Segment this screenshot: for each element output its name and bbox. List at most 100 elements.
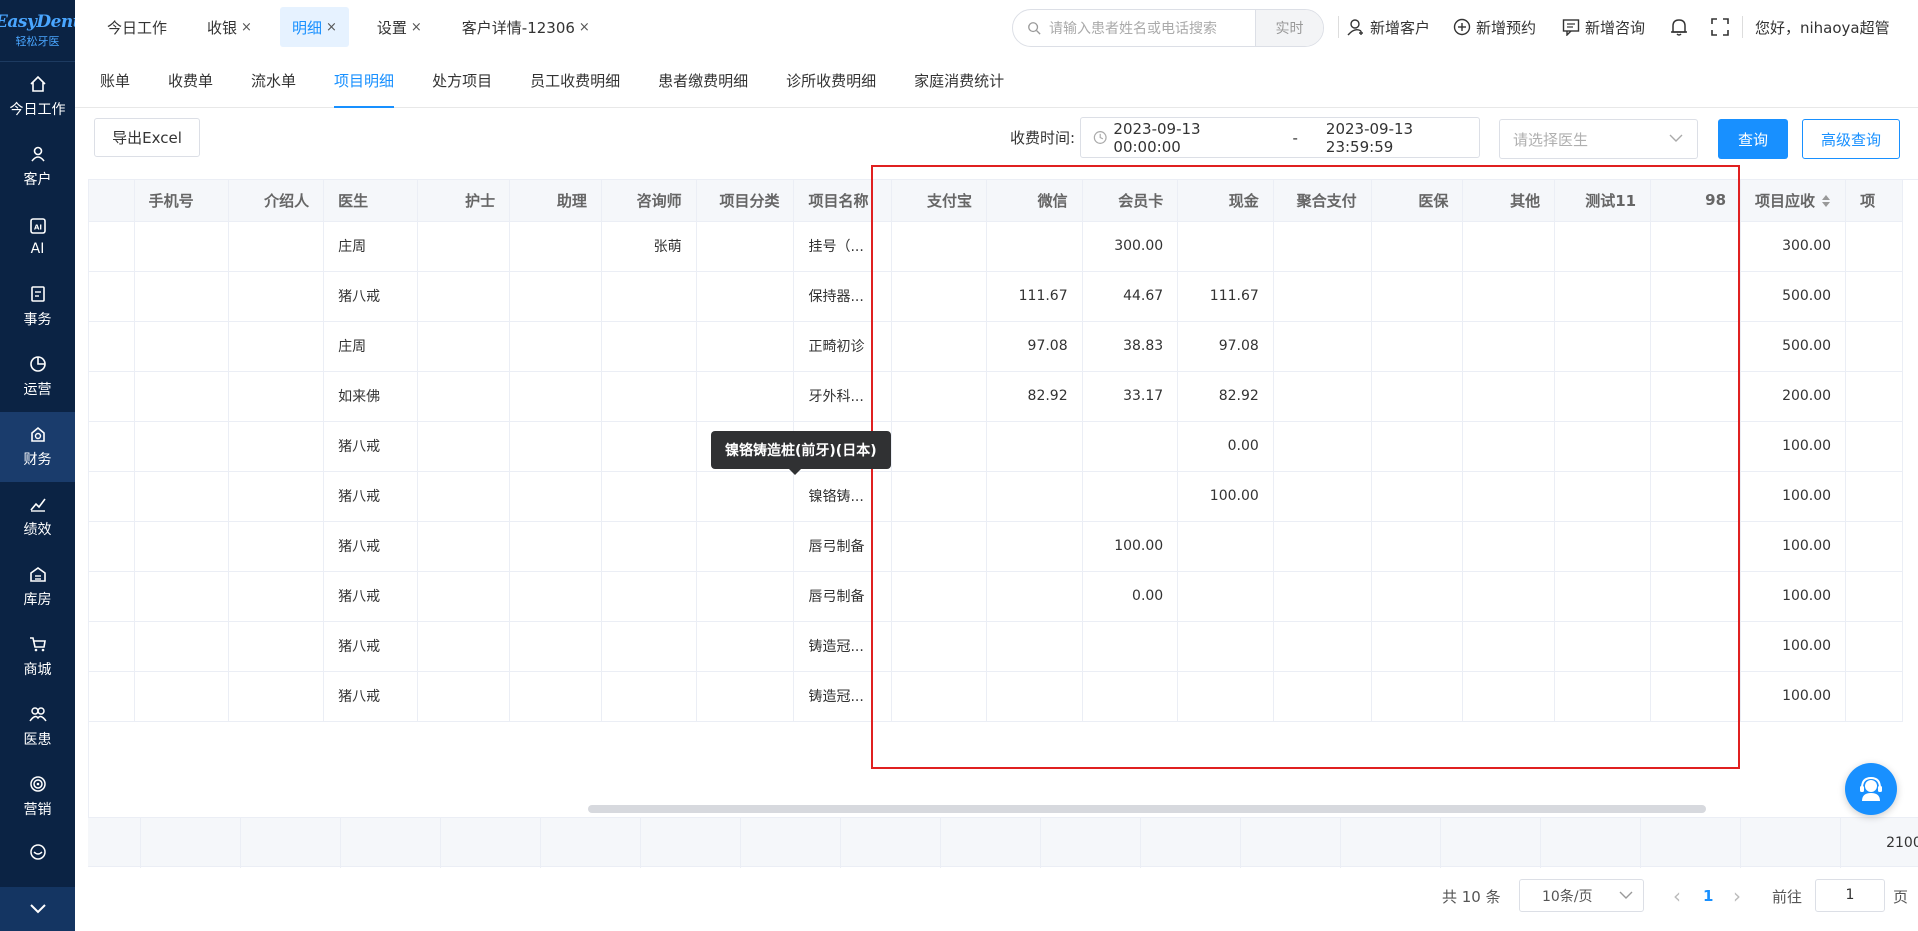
- support-chat-button[interactable]: [1845, 763, 1897, 815]
- table-row[interactable]: 猪八戒 唇弓制备 100.00 100.00: [89, 521, 1903, 572]
- new-customer-button[interactable]: 新增客户: [1347, 0, 1430, 54]
- table-row[interactable]: 猪八戒 镍铬铸... 100.00 100.00: [89, 471, 1903, 522]
- page-number-current[interactable]: 1: [1703, 876, 1713, 916]
- subtab-2[interactable]: 流水单: [251, 53, 296, 107]
- close-icon[interactable]: ×: [241, 20, 252, 35]
- column-header[interactable]: 项目应收: [1740, 180, 1847, 222]
- subtab-1[interactable]: 收费单: [168, 53, 213, 107]
- page-tab-2[interactable]: 明细 ×: [279, 7, 349, 47]
- sidebar-item-5[interactable]: 财务: [0, 412, 75, 482]
- sidebar-item-9[interactable]: 医患: [0, 692, 75, 762]
- table-row[interactable]: 猪八戒 0.00 100.00: [89, 421, 1903, 472]
- subtab-7[interactable]: 诊所收费明细: [786, 53, 876, 107]
- export-excel-button[interactable]: 导出Excel: [94, 118, 200, 157]
- sidebar-item-more[interactable]: [0, 832, 75, 864]
- user-menu[interactable]: 您好，nihaoya超管: [1755, 0, 1890, 54]
- column-header[interactable]: 介绍人: [228, 180, 325, 222]
- sidebar-item-7[interactable]: 库房: [0, 552, 75, 622]
- table-cell: 猪八戒: [323, 521, 419, 572]
- column-header[interactable]: 现金: [1177, 180, 1274, 222]
- column-header[interactable]: 项目名称: [793, 180, 893, 222]
- search-mode-button[interactable]: 实时: [1255, 10, 1323, 46]
- table-cell: [89, 271, 135, 322]
- sidebar-item-4[interactable]: 运营: [0, 342, 75, 412]
- table-cell: [1177, 521, 1274, 572]
- column-header[interactable]: 医保: [1371, 180, 1464, 222]
- sidebar-item-2[interactable]: AI AI: [0, 202, 75, 272]
- column-header[interactable]: 微信: [986, 180, 1083, 222]
- query-button[interactable]: 查询: [1718, 119, 1788, 159]
- table-cell: [1554, 671, 1652, 722]
- table-row[interactable]: 猪八戒 铸造冠... 100.00: [89, 621, 1903, 672]
- date-start[interactable]: 2023-09-13 00:00:00: [1113, 120, 1266, 156]
- chevron-down-icon: [29, 904, 46, 914]
- doctor-select[interactable]: 请选择医生: [1499, 119, 1698, 159]
- column-header-label: 项: [1860, 191, 1876, 210]
- page-tab-1[interactable]: 收银 ×: [195, 7, 264, 47]
- close-icon[interactable]: ×: [579, 20, 590, 35]
- advanced-query-button[interactable]: 高级查询: [1802, 119, 1900, 159]
- column-header[interactable]: 聚合支付: [1273, 180, 1372, 222]
- table-row[interactable]: 庄周 正畸初诊 97.08 38.83 97.08 500.00: [89, 321, 1903, 372]
- page-tab-3[interactable]: 设置 ×: [365, 7, 434, 47]
- table-row[interactable]: 猪八戒 唇弓制备 0.00 100.00: [89, 571, 1903, 622]
- column-header[interactable]: 测试11: [1554, 180, 1652, 222]
- app-logo[interactable]: EasyDent 轻松牙医: [0, 0, 81, 62]
- table-cell: [509, 371, 602, 422]
- column-header[interactable]: 手机号: [134, 180, 230, 222]
- new-appointment-button[interactable]: 新增预约: [1453, 0, 1536, 54]
- subtab-0[interactable]: 账单: [100, 53, 130, 107]
- column-header[interactable]: 咨询师: [601, 180, 697, 222]
- page-tab-4[interactable]: 客户详情-12306 ×: [450, 7, 602, 47]
- table-row[interactable]: 猪八戒 铸造冠... 100.00: [89, 671, 1903, 722]
- search-input[interactable]: 请输入患者姓名或电话搜索: [1049, 18, 1255, 38]
- patient-search[interactable]: 请输入患者姓名或电话搜索 实时: [1012, 9, 1324, 47]
- subtab-5[interactable]: 员工收费明细: [530, 53, 620, 107]
- sidebar-item-6[interactable]: 绩效: [0, 482, 75, 552]
- subtab-4[interactable]: 处方项目: [432, 53, 492, 107]
- sidebar-item-label: AI: [30, 241, 45, 257]
- goto-label: 前往: [1772, 887, 1803, 906]
- column-header[interactable]: [89, 180, 135, 222]
- sidebar-item-1[interactable]: 客户: [0, 132, 75, 202]
- sidebar-item-0[interactable]: 今日工作: [0, 62, 75, 132]
- column-header[interactable]: 项: [1845, 180, 1903, 222]
- goto-page-input[interactable]: 1: [1815, 879, 1885, 912]
- bell-icon[interactable]: [1669, 17, 1689, 37]
- prev-page-button[interactable]: ‹: [1673, 876, 1681, 916]
- date-range-picker[interactable]: 2023-09-13 00:00:00 - 2023-09-13 23:59:5…: [1080, 117, 1480, 158]
- date-separator: -: [1292, 128, 1298, 147]
- table-cell: [1462, 421, 1556, 472]
- column-header[interactable]: 助理: [509, 180, 602, 222]
- subtab-6[interactable]: 患者缴费明细: [658, 53, 748, 107]
- column-header[interactable]: 会员卡: [1082, 180, 1179, 222]
- new-consult-button[interactable]: 新增咨询: [1562, 0, 1645, 54]
- page-tab-0[interactable]: 今日工作: [95, 7, 179, 47]
- column-header[interactable]: 其他: [1462, 180, 1556, 222]
- horizontal-scrollbar[interactable]: [588, 805, 1706, 813]
- table-cell: 200.00: [1740, 371, 1847, 422]
- sidebar-item-10[interactable]: 营销: [0, 762, 75, 832]
- column-header[interactable]: 护士: [417, 180, 511, 222]
- close-icon[interactable]: ×: [411, 20, 422, 35]
- column-header[interactable]: 项目分类: [696, 180, 795, 222]
- column-header[interactable]: 医生: [323, 180, 419, 222]
- table-row[interactable]: 如来佛 牙外科... 82.92 33.17 82.92 200.00: [89, 371, 1903, 422]
- column-header[interactable]: 支付宝: [891, 180, 988, 222]
- close-icon[interactable]: ×: [326, 20, 337, 35]
- table-row[interactable]: 庄周 张萌 挂号（... 300.00 300.00: [89, 221, 1903, 272]
- subtab-3[interactable]: 项目明细: [334, 53, 395, 108]
- sidebar-item-8[interactable]: 商城: [0, 622, 75, 692]
- date-end[interactable]: 2023-09-13 23:59:59: [1326, 120, 1479, 156]
- next-page-button[interactable]: ›: [1733, 876, 1741, 916]
- sidebar-expand-button[interactable]: [0, 887, 75, 931]
- sidebar-item-3[interactable]: 事务: [0, 272, 75, 342]
- subtab-8[interactable]: 家庭消费统计: [914, 53, 1004, 107]
- table-cell: [228, 571, 325, 622]
- fullscreen-icon[interactable]: [1710, 17, 1730, 37]
- page-size-select[interactable]: 10条/页: [1519, 879, 1644, 912]
- column-header-label: 测试11: [1585, 191, 1637, 210]
- table-row[interactable]: 猪八戒 保持器... 111.67 44.67 111.67 500.00: [89, 271, 1903, 322]
- sort-icon[interactable]: [1821, 194, 1831, 208]
- column-header[interactable]: 98: [1650, 180, 1742, 222]
